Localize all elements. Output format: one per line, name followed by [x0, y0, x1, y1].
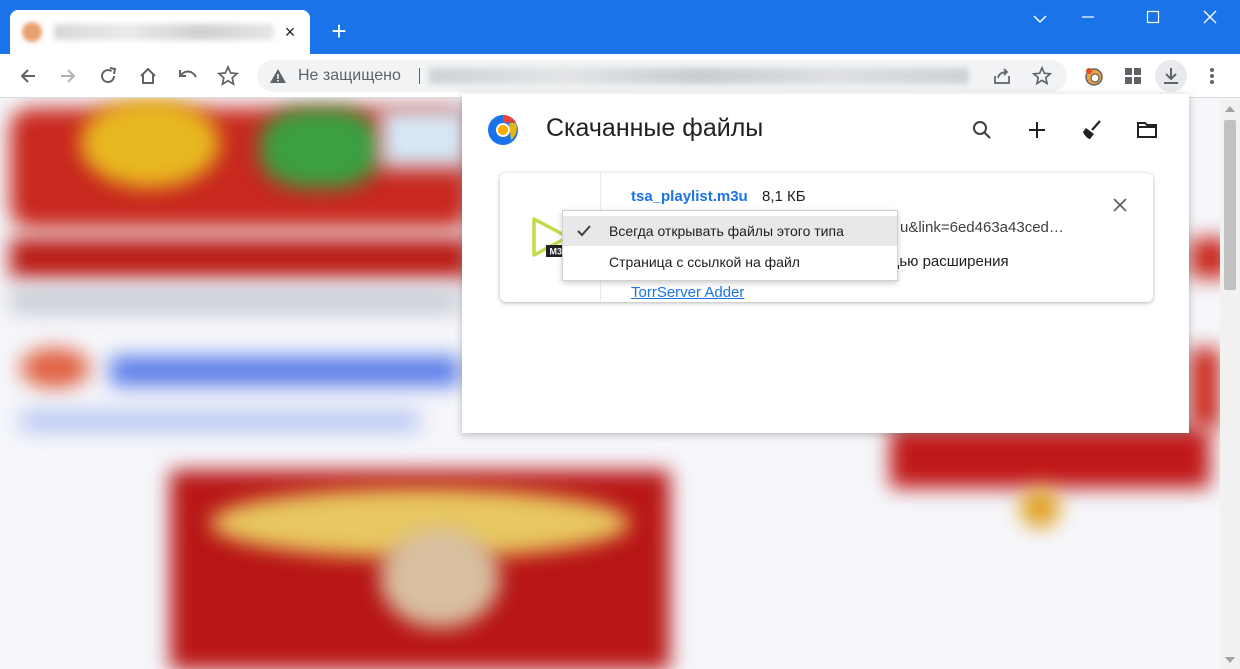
bookmark-button[interactable]: [1030, 64, 1054, 88]
bookmark-star-button[interactable]: [214, 62, 242, 90]
share-button[interactable]: [990, 64, 1014, 88]
close-icon: [1113, 198, 1127, 212]
folder-icon: [1137, 122, 1157, 138]
warning-icon: [270, 69, 286, 83]
omnibox-separator: [419, 68, 420, 84]
scroll-up-arrow[interactable]: [1225, 106, 1235, 112]
extension-icon: [1085, 68, 1103, 86]
address-bar[interactable]: Не защищено: [257, 60, 1067, 92]
maximize-button[interactable]: [1131, 6, 1175, 34]
security-status-label[interactable]: Не защищено: [298, 67, 401, 85]
puzzle-grid-icon: [1125, 68, 1141, 84]
tab-favicon: [22, 22, 42, 42]
url-text-blurred: [429, 68, 969, 84]
browser-toolbar: Не защищено: [0, 54, 1240, 98]
extension-button[interactable]: [1080, 62, 1108, 90]
close-window-button[interactable]: [1188, 6, 1232, 34]
new-tab-button[interactable]: +: [326, 18, 352, 44]
tab-search-button[interactable]: [1018, 6, 1062, 34]
menu-item-label: Всегда открывать файлы этого типа: [609, 223, 844, 239]
forward-arrow-icon: [61, 69, 76, 83]
downloads-title: Скачанные файлы: [546, 114, 764, 142]
chrome-logo-icon: [488, 115, 518, 145]
tab-title-blurred: [54, 24, 274, 40]
page-scrollbar[interactable]: [1220, 98, 1240, 669]
reload-icon: [101, 67, 117, 84]
download-context-menu: Всегда открывать файлы этого типа Страни…: [562, 210, 898, 281]
downloads-button[interactable]: [1155, 60, 1187, 92]
browser-tab[interactable]: ×: [10, 10, 310, 54]
download-via-extension-text: щью расширения: [887, 253, 1009, 270]
clear-all-button[interactable]: [1078, 116, 1106, 144]
tab-close-button[interactable]: ×: [278, 20, 302, 44]
download-icon: [1164, 68, 1178, 84]
scroll-thumb[interactable]: [1224, 120, 1236, 290]
menu-item-always-open[interactable]: Всегда открывать файлы этого типа: [563, 216, 897, 246]
home-button[interactable]: [134, 62, 162, 90]
star-icon: [1032, 66, 1052, 86]
download-file-name[interactable]: tsa_playlist.m3u: [631, 188, 748, 205]
title-bar: × +: [0, 0, 1240, 54]
search-icon: [973, 121, 991, 139]
chrome-menu-button[interactable]: [1198, 62, 1226, 90]
broom-clear-icon: [1083, 120, 1101, 139]
minimize-button[interactable]: [1066, 6, 1110, 34]
checkmark-icon: [577, 225, 591, 237]
forward-button[interactable]: [54, 62, 82, 90]
extensions-menu-button[interactable]: [1119, 62, 1147, 90]
undo-icon: [179, 70, 197, 78]
share-icon: [994, 68, 1010, 84]
back-arrow-icon: [20, 69, 35, 83]
extension-link[interactable]: TorrServer Adder: [631, 284, 744, 301]
search-downloads-button[interactable]: [968, 116, 996, 144]
open-folder-button[interactable]: [1133, 116, 1161, 144]
more-vert-icon: [1210, 68, 1214, 84]
reload-button[interactable]: [94, 62, 122, 90]
menu-item-label: Страница с ссылкой на файл: [609, 254, 800, 270]
download-file-size: 8,1 КБ: [762, 188, 806, 205]
add-download-button[interactable]: [1023, 116, 1051, 144]
star-icon: [217, 65, 239, 86]
add-icon: [1029, 122, 1045, 138]
menu-item-source-page[interactable]: Страница с ссылкой на файл: [563, 247, 897, 277]
home-icon: [140, 67, 156, 84]
remove-download-button[interactable]: [1110, 195, 1130, 215]
undo-button[interactable]: [174, 62, 202, 90]
back-button[interactable]: [14, 62, 42, 90]
scroll-down-arrow[interactable]: [1225, 657, 1235, 663]
download-source-url[interactable]: u&link=6ed463a43ced…: [900, 219, 1064, 236]
